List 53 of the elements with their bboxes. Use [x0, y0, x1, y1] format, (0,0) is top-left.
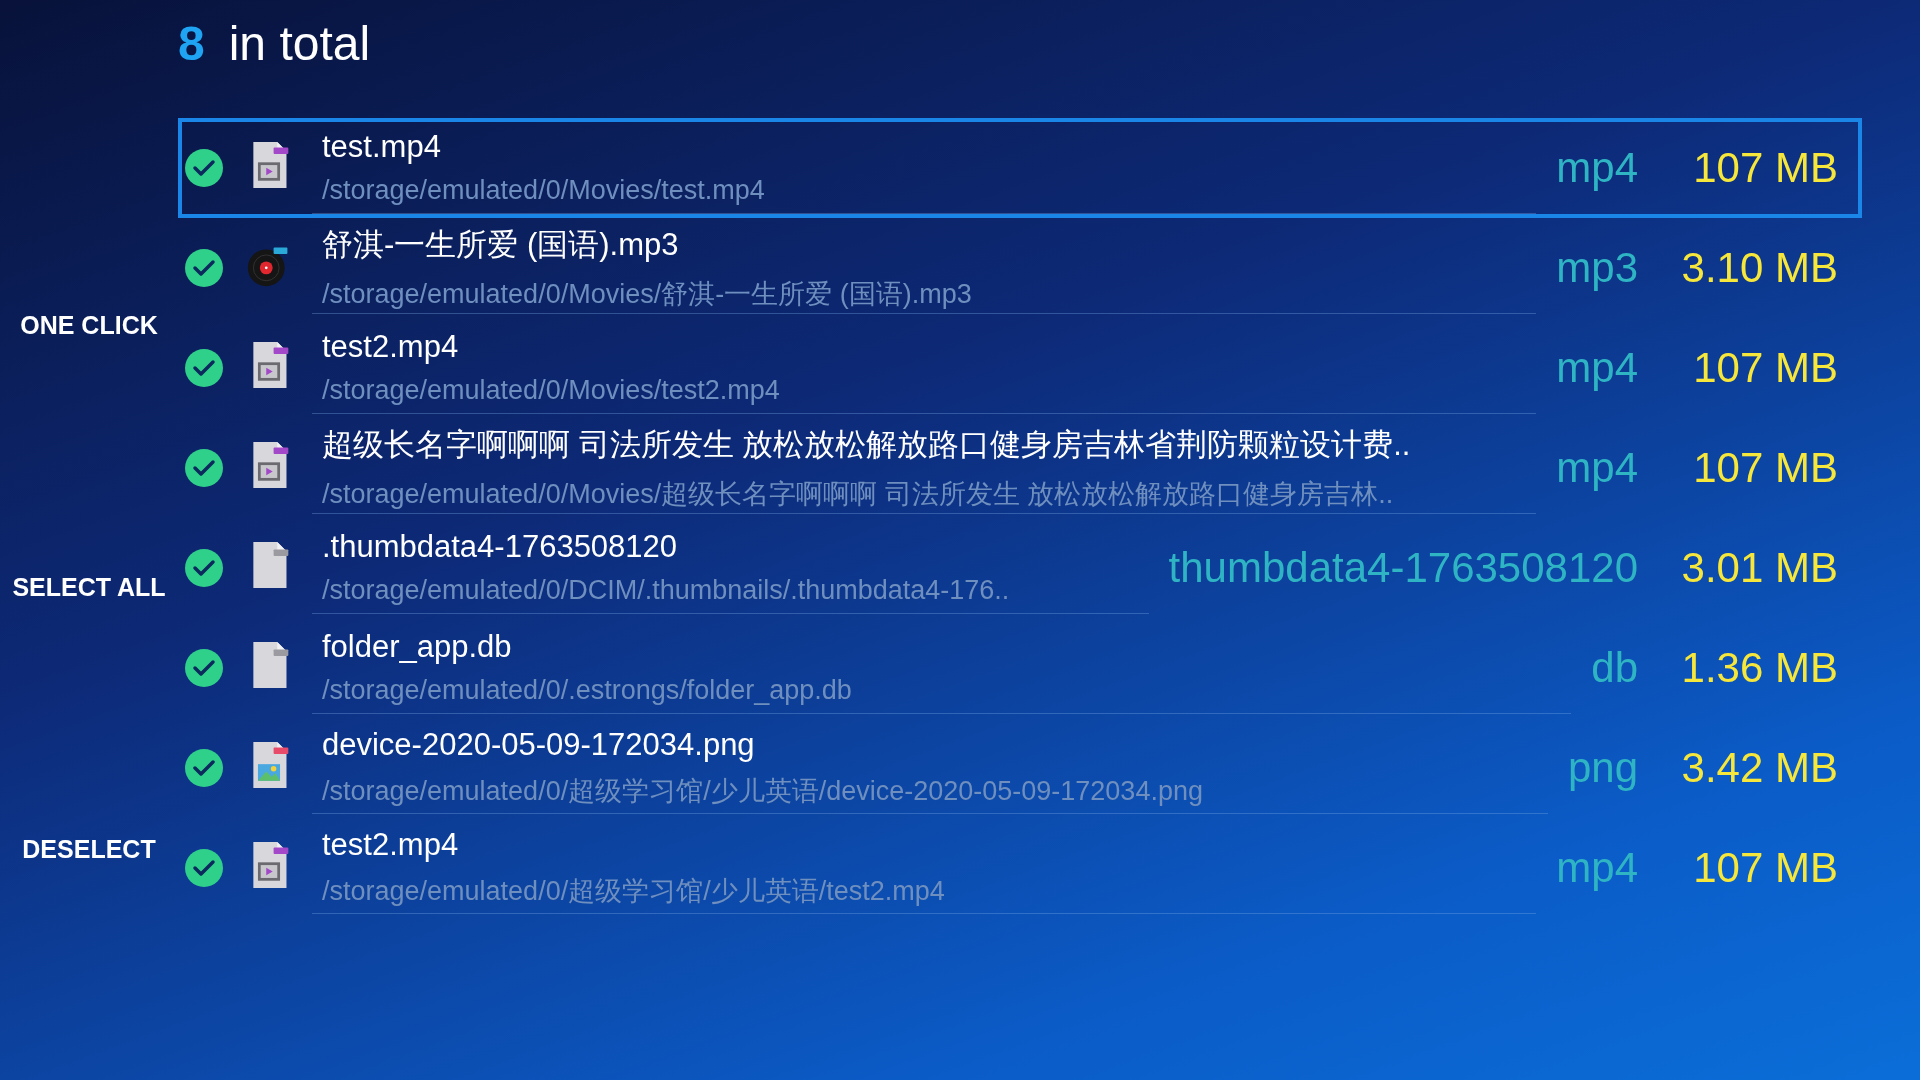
file-row[interactable]: 超级长名字啊啊啊 司法所发生 放松放松解放路口健身房吉林省荆防颗粒设计费.. /storage/emulated/0/Movies/超级长名字啊啊啊 司法所发生 放松放松解放路口健身房吉林.. mp4 107 MB — [178, 418, 1862, 518]
file-type: png — [1566, 744, 1638, 792]
file-name: test2.mp4 — [322, 329, 460, 365]
item-count: 8 — [178, 16, 205, 71]
file-name: device-2020-05-09-172034.png — [322, 726, 756, 763]
action-button[interactable]: ONE CLICK — [20, 311, 158, 340]
file-size: 3.01 MB — [1680, 544, 1838, 592]
checkbox[interactable] — [184, 248, 224, 288]
file-row[interactable]: 舒淇-一生所爱 (国语).mp3 /storage/emulated/0/Movies/舒淇-一生所爱 (国语).mp3 mp3 3.10 MB — [178, 218, 1862, 318]
total-label: in total — [228, 16, 371, 71]
file-path: /storage/emulated/0/Movies/test.mp4 — [322, 175, 766, 206]
checkbox[interactable] — [184, 548, 224, 588]
file-type: mp4 — [1555, 344, 1638, 392]
file-name: 舒淇-一生所爱 (国语).mp3 — [322, 225, 680, 264]
file-row[interactable]: device-2020-05-09-172034.png /storage/emulated/0/超级学习馆/少儿英语/device-2020-05-09-172034.png png 3.42 MB — [178, 718, 1862, 818]
file-name: test.mp4 — [322, 129, 442, 165]
checkbox[interactable] — [184, 748, 224, 788]
checkbox[interactable] — [184, 348, 224, 388]
file-name: .thumbdata4-1763508120 — [322, 529, 679, 565]
checkbox[interactable] — [184, 848, 224, 888]
file-type: mp4 — [1555, 144, 1638, 192]
action-button[interactable]: DESELECT — [22, 835, 156, 864]
file-row[interactable]: .thumbdata4-1763508120 /storage/emulated/0/DCIM/.thumbnails/.thumbdata4-176.. thumbdata4-1763508120 3.01 MB — [178, 518, 1862, 618]
file-type: thumbdata4-1763508120 — [1167, 544, 1638, 592]
file-row[interactable]: test2.mp4 /storage/emulated/0/超级学习馆/少儿英语/test2.mp4 mp4 107 MB — [178, 818, 1862, 918]
file-size: 3.42 MB — [1680, 744, 1838, 792]
file-size: 1.36 MB — [1680, 644, 1838, 692]
file-type: db — [1590, 644, 1638, 692]
checkbox[interactable] — [184, 448, 224, 488]
file-name: 超级长名字啊啊啊 司法所发生 放松放松解放路口健身房吉林省荆防颗粒设计费.. — [322, 425, 1412, 464]
file-path: /storage/emulated/0/超级学习馆/少儿英语/test2.mp4 — [322, 874, 946, 908]
file-name: folder_app.db — [322, 629, 513, 665]
file-path: /storage/emulated/0/.estrongs/folder_app.db — [322, 675, 853, 706]
file-row[interactable]: folder_app.db /storage/emulated/0/.estrongs/folder_app.db db 1.36 MB — [178, 618, 1862, 718]
file-row[interactable]: test2.mp4 /storage/emulated/0/Movies/test2.mp4 mp4 107 MB — [178, 318, 1862, 418]
checkbox[interactable] — [184, 148, 224, 188]
file-size: 107 MB — [1692, 444, 1838, 492]
file-size: 107 MB — [1692, 344, 1838, 392]
file-row[interactable]: test.mp4 /storage/emulated/0/Movies/test.mp4 mp4 107 MB — [178, 118, 1862, 218]
file-type: mp4 — [1555, 844, 1638, 892]
file-name: test2.mp4 — [322, 826, 460, 863]
file-type: mp4 — [1555, 444, 1638, 492]
file-path: /storage/emulated/0/超级学习馆/少儿英语/device-2020-05-09-172034.png — [322, 774, 1204, 808]
file-type: mp3 — [1555, 244, 1638, 292]
file-size: 3.10 MB — [1680, 244, 1838, 292]
file-size: 107 MB — [1692, 844, 1838, 892]
file-path: /storage/emulated/0/Movies/超级长名字啊啊啊 司法所发生 放松放松解放路口健身房吉林.. — [322, 477, 1395, 511]
file-size: 107 MB — [1692, 144, 1838, 192]
file-path: /storage/emulated/0/DCIM/.thumbnails/.thumbdata4-176.. — [322, 575, 1011, 606]
action-button[interactable]: SELECT ALL — [12, 573, 166, 602]
checkbox[interactable] — [184, 648, 224, 688]
file-path: /storage/emulated/0/Movies/舒淇-一生所爱 (国语).mp3 — [322, 277, 973, 311]
file-path: /storage/emulated/0/Movies/test2.mp4 — [322, 375, 781, 406]
